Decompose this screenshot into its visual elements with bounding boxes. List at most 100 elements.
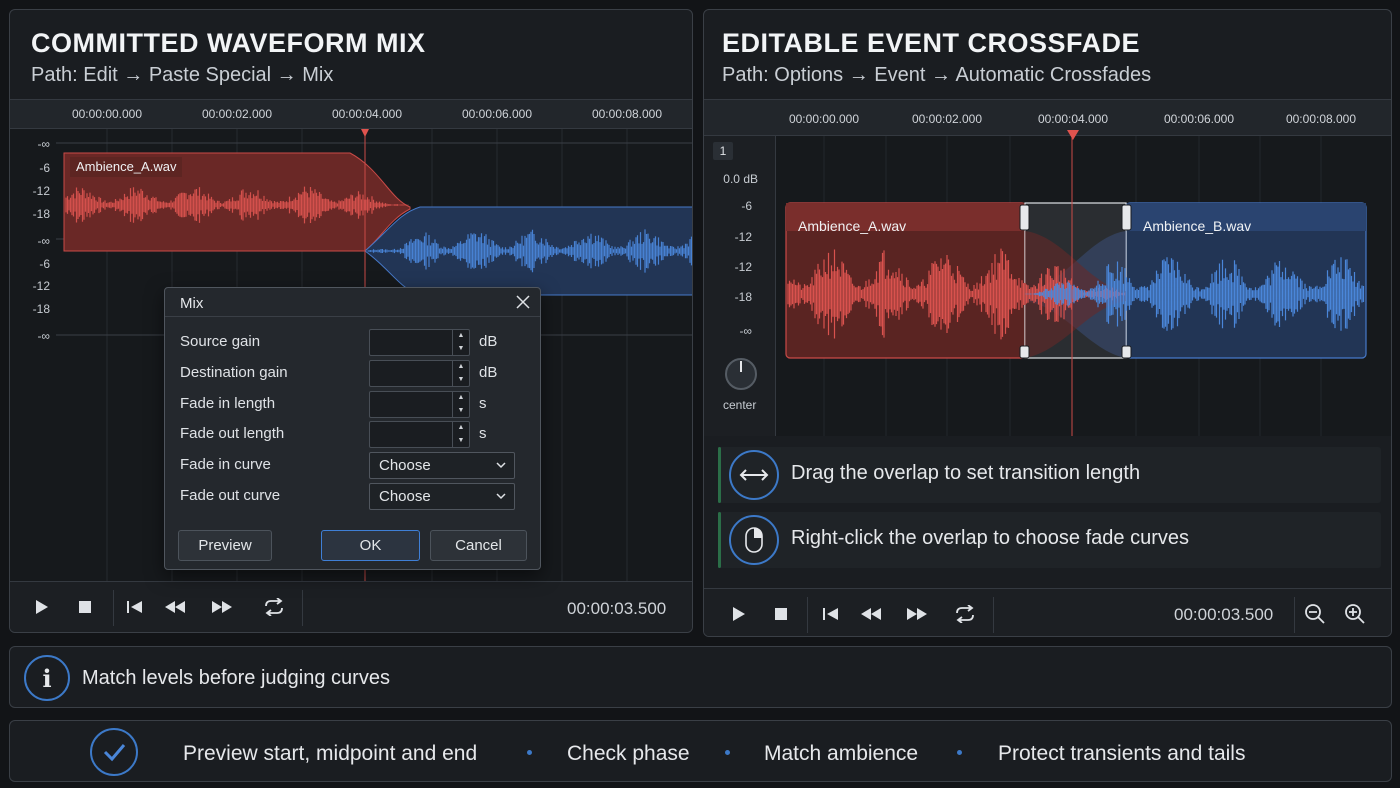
- skip-back-icon: [127, 601, 142, 613]
- chevron-down-icon[interactable]: ▼: [453, 374, 469, 387]
- chevron-down-icon: [496, 462, 506, 469]
- clip-a-label: Ambience_A.wav: [798, 218, 907, 234]
- chevron-down-icon: [496, 493, 506, 500]
- panel-title: EDITABLE EVENT CROSSFADE: [722, 28, 1141, 58]
- checklist-item: Check phase: [567, 742, 690, 765]
- loop-button[interactable]: [257, 582, 291, 632]
- info-icon: i: [24, 655, 70, 701]
- checklist-bar: Preview start, midpoint and end Check ph…: [9, 720, 1392, 782]
- accent-bar: [718, 512, 721, 568]
- chevron-down-icon[interactable]: ▼: [453, 343, 469, 356]
- dialog-header[interactable]: [165, 288, 540, 317]
- timeline-ruler[interactable]: 00:00:00.000 00:00:02.000 00:00:04.000 0…: [10, 99, 692, 129]
- cancel-button[interactable]: Cancel: [430, 530, 527, 561]
- fade-out-length-input[interactable]: ▲ ▼: [369, 421, 470, 448]
- mix-dialog: Mix Source gain ▲ ▼ dB Destination gain ▲…: [164, 287, 541, 570]
- stepper-arrows[interactable]: ▲ ▼: [452, 392, 469, 417]
- go-to-start-button[interactable]: [814, 589, 848, 636]
- fade-out-length-label: Fade out length: [180, 425, 285, 442]
- stop-button[interactable]: [68, 582, 102, 632]
- checklist-item: Protect transients and tails: [998, 742, 1246, 765]
- stepper-arrows[interactable]: ▲ ▼: [452, 330, 469, 355]
- bullet-dot: [527, 750, 532, 755]
- ruler-label: 00:00:04.000: [331, 107, 403, 121]
- unit-label: s: [479, 425, 487, 442]
- bullet-dot: [957, 750, 962, 755]
- playhead-marker-icon[interactable]: [1067, 130, 1079, 140]
- close-icon[interactable]: [515, 294, 531, 310]
- ruler-label: 00:00:02.000: [201, 107, 273, 121]
- chevron-down-icon[interactable]: ▼: [453, 405, 469, 418]
- info-text: Match levels before judging curves: [82, 667, 390, 689]
- select-value: Choose: [379, 488, 431, 505]
- chevron-up-icon[interactable]: ▲: [453, 330, 469, 343]
- ruler-label: 00:00:06.000: [461, 107, 533, 121]
- destination-gain-input[interactable]: ▲ ▼: [369, 360, 470, 387]
- checkmark-icon: [90, 728, 138, 776]
- fade-in-curve-label: Fade in curve: [180, 456, 271, 473]
- ruler-label: 00:00:08.000: [591, 107, 663, 121]
- clip-b-label: Ambience_B.wav: [1143, 218, 1252, 234]
- rewind-icon: [861, 608, 881, 620]
- loop-icon: [265, 598, 283, 616]
- bullet-dot: [725, 750, 730, 755]
- ruler-label: 00:00:08.000: [1285, 112, 1357, 126]
- source-gain-input[interactable]: ▲ ▼: [369, 329, 470, 356]
- play-icon: [733, 607, 745, 621]
- go-to-start-button[interactable]: [118, 582, 152, 632]
- fade-in-curve-select[interactable]: Choose: [369, 452, 515, 479]
- transport-bar: 00:00:03.500: [704, 588, 1391, 636]
- fast-forward-icon: [212, 601, 232, 613]
- ruler-label: 00:00:02.000: [911, 112, 983, 126]
- stepper-arrows[interactable]: ▲ ▼: [452, 361, 469, 386]
- info-bar: i Match levels before judging curves: [9, 646, 1392, 708]
- chevron-up-icon[interactable]: ▲: [453, 361, 469, 374]
- unit-label: s: [479, 395, 487, 412]
- ok-button[interactable]: OK: [321, 530, 420, 561]
- ruler-label: 00:00:06.000: [1163, 112, 1235, 126]
- stepper-arrows[interactable]: ▲ ▼: [452, 422, 469, 447]
- unit-label: dB: [479, 364, 498, 381]
- fade-in-length-input[interactable]: ▲ ▼: [369, 391, 470, 418]
- rewind-icon: [165, 601, 185, 613]
- checklist-item: Preview start, midpoint and end: [183, 742, 478, 765]
- divider: [807, 597, 808, 633]
- fast-forward-icon: [907, 608, 927, 620]
- select-value: Choose: [379, 457, 431, 474]
- divider: [113, 590, 114, 626]
- rewind-button[interactable]: [854, 589, 888, 636]
- crossfade-events: [785, 136, 1367, 436]
- zoom-in-button[interactable]: [1338, 589, 1372, 636]
- preview-button[interactable]: Preview: [178, 530, 272, 561]
- timeline-ruler[interactable]: 00:00:00.000 00:00:02.000 00:00:04.000 0…: [704, 99, 1391, 136]
- mouse-icon: [729, 515, 779, 565]
- tip-text: Drag the overlap to set transition lengt…: [791, 462, 1141, 484]
- chevron-up-icon[interactable]: ▲: [453, 392, 469, 405]
- tip-right-click: Right-click the overlap to choose fade c…: [718, 512, 1381, 568]
- accent-bar: [718, 447, 721, 503]
- fast-forward-button[interactable]: [205, 582, 239, 632]
- stop-icon: [775, 608, 787, 620]
- fade-out-curve-select[interactable]: Choose: [369, 483, 515, 510]
- panel-title: COMMITTED WAVEFORM MIX: [31, 28, 426, 58]
- fast-forward-button[interactable]: [900, 589, 934, 636]
- tip-drag-overlap: Drag the overlap to set transition lengt…: [718, 447, 1381, 503]
- timecode-display: 00:00:03.500: [567, 599, 667, 618]
- play-button[interactable]: [24, 582, 58, 632]
- chevron-down-icon[interactable]: ▼: [453, 435, 469, 448]
- checklist-item: Match ambience: [764, 742, 919, 765]
- dialog-title: Mix: [180, 295, 204, 312]
- fade-in-length-label: Fade in length: [180, 395, 276, 412]
- skip-back-icon: [823, 608, 838, 620]
- stop-button[interactable]: [764, 589, 798, 636]
- track-area[interactable]: 1 0.0 dB -6 -12 -12 -18 -∞ center Ambien…: [704, 136, 1391, 436]
- timecode-display: 00:00:03.500: [1174, 605, 1274, 624]
- loop-button[interactable]: [948, 589, 982, 636]
- play-button[interactable]: [721, 589, 755, 636]
- rewind-button[interactable]: [158, 582, 192, 632]
- zoom-out-button[interactable]: [1298, 589, 1332, 636]
- divider: [302, 590, 303, 626]
- chevron-up-icon[interactable]: ▲: [453, 422, 469, 435]
- stop-icon: [79, 601, 91, 613]
- divider: [993, 597, 994, 633]
